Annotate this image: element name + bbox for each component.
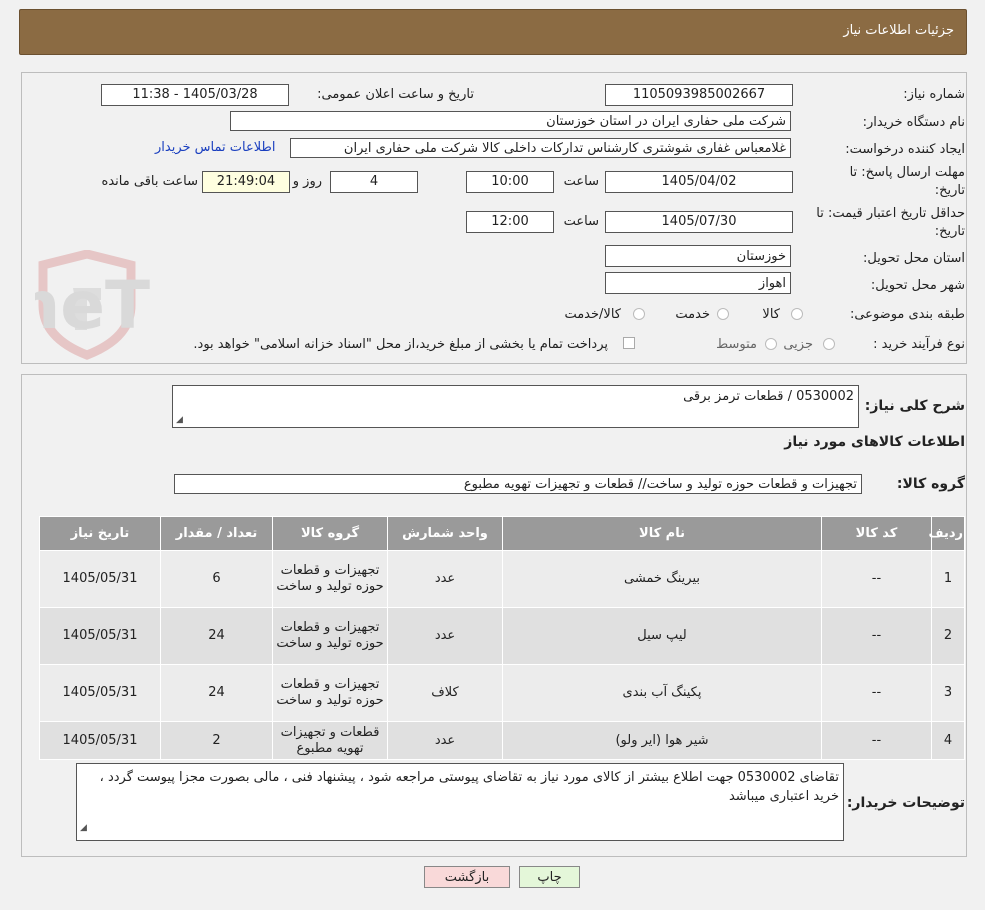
- col-name-header: نام کالا: [502, 516, 822, 551]
- process-radio-medium[interactable]: [765, 338, 777, 350]
- buyer-contact-link[interactable]: اطلاعات تماس خریدار: [155, 140, 275, 155]
- col-code-header: کد کالا: [821, 516, 932, 551]
- goods-group-label: گروه کالا:: [896, 476, 965, 492]
- announce-label: تاریخ و ساعت اعلان عمومی:: [317, 87, 474, 102]
- page-header: جزئیات اطلاعات نیاز: [19, 9, 967, 55]
- process-option-minor: جزیی: [783, 337, 813, 352]
- category-option-service: خدمت: [675, 307, 710, 322]
- col-row-header: ردیف: [928, 516, 965, 551]
- category-radio-both[interactable]: [633, 308, 645, 320]
- days-label: روز و: [292, 174, 322, 189]
- table-row: 2 -- لیپ سیل عدد تجهیزات و قطعات حوزه تو…: [39, 607, 965, 665]
- announce-field: 1405/03/28 - 11:38: [101, 84, 289, 106]
- deadline-time-field: 10:00: [466, 171, 554, 193]
- process-radio-minor[interactable]: [823, 338, 835, 350]
- category-option-both: کالا/خدمت: [564, 307, 621, 322]
- validity-label-cont: تاریخ:: [934, 224, 965, 239]
- print-button[interactable]: چاپ: [519, 866, 580, 888]
- deadline-date-field: 1405/04/02: [605, 171, 793, 193]
- cell-code: --: [821, 664, 932, 722]
- payment-checkbox[interactable]: [623, 337, 635, 349]
- need-number-field: 1105093985002667: [605, 84, 793, 106]
- remaining-time-field: 21:49:04: [202, 171, 290, 193]
- process-label: نوع فرآیند خرید :: [873, 337, 965, 352]
- city-label: شهر محل تحویل:: [870, 278, 965, 293]
- category-option-goods: کالا: [762, 307, 780, 322]
- page-title: جزئیات اطلاعات نیاز: [843, 23, 954, 38]
- buyer-org-label: نام دستگاه خریدار:: [862, 115, 965, 130]
- col-date-header: تاریخ نیاز: [39, 516, 161, 551]
- table-header-row: ردیف کد کالا نام کالا واحد شمارش گروه کا…: [39, 516, 965, 551]
- category-label: طبقه بندی موضوعی:: [849, 307, 965, 322]
- description-field: 0530002 / قطعات ترمز برقی ◢: [172, 385, 859, 428]
- table-row: 4 -- شیر هوا (ایر ولو) عدد قطعات و تجهیز…: [39, 721, 965, 760]
- description-text: 0530002 / قطعات ترمز برقی: [683, 389, 854, 404]
- cell-unit: عدد: [387, 721, 503, 760]
- buyer-notes-field: تقاضای 0530002 جهت اطلاع بیشتر از کالای …: [76, 763, 844, 841]
- province-field: خوزستان: [605, 245, 791, 267]
- cell-unit: عدد: [387, 607, 503, 665]
- validity-time-field: 12:00: [466, 211, 554, 233]
- cell-unit: عدد: [387, 550, 503, 608]
- cell-name: شیر هوا (ایر ولو): [502, 721, 822, 760]
- col-qty-header: تعداد / مقدار: [160, 516, 273, 551]
- deadline-label-cont: تاریخ:: [934, 183, 965, 198]
- process-option-medium: متوسط: [716, 337, 757, 352]
- cell-group: قطعات و تجهیزات تهویه مطبوع: [272, 721, 388, 760]
- validity-time-label: ساعت: [563, 214, 599, 229]
- buyer-org-field: شرکت ملی حفاری ایران در استان خوزستان: [230, 111, 791, 131]
- goods-group-field: تجهیزات و قطعات حوزه تولید و ساخت// قطعا…: [174, 474, 862, 494]
- cell-date: 1405/05/31: [39, 721, 161, 760]
- validity-date-field: 1405/07/30: [605, 211, 793, 233]
- cell-date: 1405/05/31: [39, 664, 161, 722]
- remaining-time-label: ساعت باقی مانده: [101, 174, 198, 189]
- cell-qty: 24: [160, 607, 273, 665]
- cell-group: تجهیزات و قطعات حوزه تولید و ساخت: [272, 607, 388, 665]
- payment-note: پرداخت تمام یا بخشی از مبلغ خرید،از محل …: [193, 337, 608, 352]
- cell-qty: 2: [160, 721, 273, 760]
- col-group-header: گروه کالا: [272, 516, 388, 551]
- description-label: شرح کلی نیاز:: [864, 398, 965, 414]
- items-table: ردیف کد کالا نام کالا واحد شمارش گروه کا…: [39, 516, 965, 760]
- resize-grip-icon[interactable]: ◢: [176, 415, 183, 425]
- cell-code: --: [821, 607, 932, 665]
- category-radio-service[interactable]: [717, 308, 729, 320]
- col-unit-header: واحد شمارش: [387, 516, 503, 551]
- cell-name: بیرینگ خمشی: [502, 550, 822, 608]
- creator-field: غلامعباس غفاری شوشتری کارشناس تدارکات دا…: [290, 138, 791, 158]
- cell-group: تجهیزات و قطعات حوزه تولید و ساخت: [272, 550, 388, 608]
- deadline-label: مهلت ارسال پاسخ: تا: [849, 165, 965, 180]
- items-heading: اطلاعات کالاهای مورد نیاز: [784, 434, 965, 450]
- cell-code: --: [821, 550, 932, 608]
- cell-code: --: [821, 721, 932, 760]
- back-button[interactable]: بازگشت: [424, 866, 510, 888]
- table-row: 1 -- بیرینگ خمشی عدد تجهیزات و قطعات حوز…: [39, 550, 965, 608]
- creator-label: ایجاد کننده درخواست:: [845, 142, 965, 157]
- resize-grip-icon[interactable]: ◢: [80, 819, 87, 838]
- cell-date: 1405/05/31: [39, 550, 161, 608]
- cell-qty: 6: [160, 550, 273, 608]
- watermark-text: AriaTender.neT: [35, 267, 150, 344]
- cell-unit: کلاف: [387, 664, 503, 722]
- validity-label: حداقل تاریخ اعتبار قیمت: تا: [816, 206, 965, 221]
- table-row: 3 -- پکینگ آب بندی کلاف تجهیزات و قطعات …: [39, 664, 965, 722]
- cell-group: تجهیزات و قطعات حوزه تولید و ساخت: [272, 664, 388, 722]
- buyer-notes-label: توضیحات خریدار:: [846, 795, 965, 811]
- cell-row: 2: [931, 607, 965, 665]
- category-radio-goods[interactable]: [791, 308, 803, 320]
- buyer-notes-text: تقاضای 0530002 جهت اطلاع بیشتر از کالای …: [99, 770, 839, 804]
- deadline-time-label: ساعت: [563, 174, 599, 189]
- cell-date: 1405/05/31: [39, 607, 161, 665]
- need-number-label: شماره نیاز:: [903, 87, 965, 102]
- cell-name: لیپ سیل: [502, 607, 822, 665]
- days-remaining-field: 4: [330, 171, 418, 193]
- cell-name: پکینگ آب بندی: [502, 664, 822, 722]
- cell-qty: 24: [160, 664, 273, 722]
- cell-row: 1: [931, 550, 965, 608]
- cell-row: 4: [931, 721, 965, 760]
- province-label: استان محل تحویل:: [863, 251, 965, 266]
- cell-row: 3: [931, 664, 965, 722]
- city-field: اهواز: [605, 272, 791, 294]
